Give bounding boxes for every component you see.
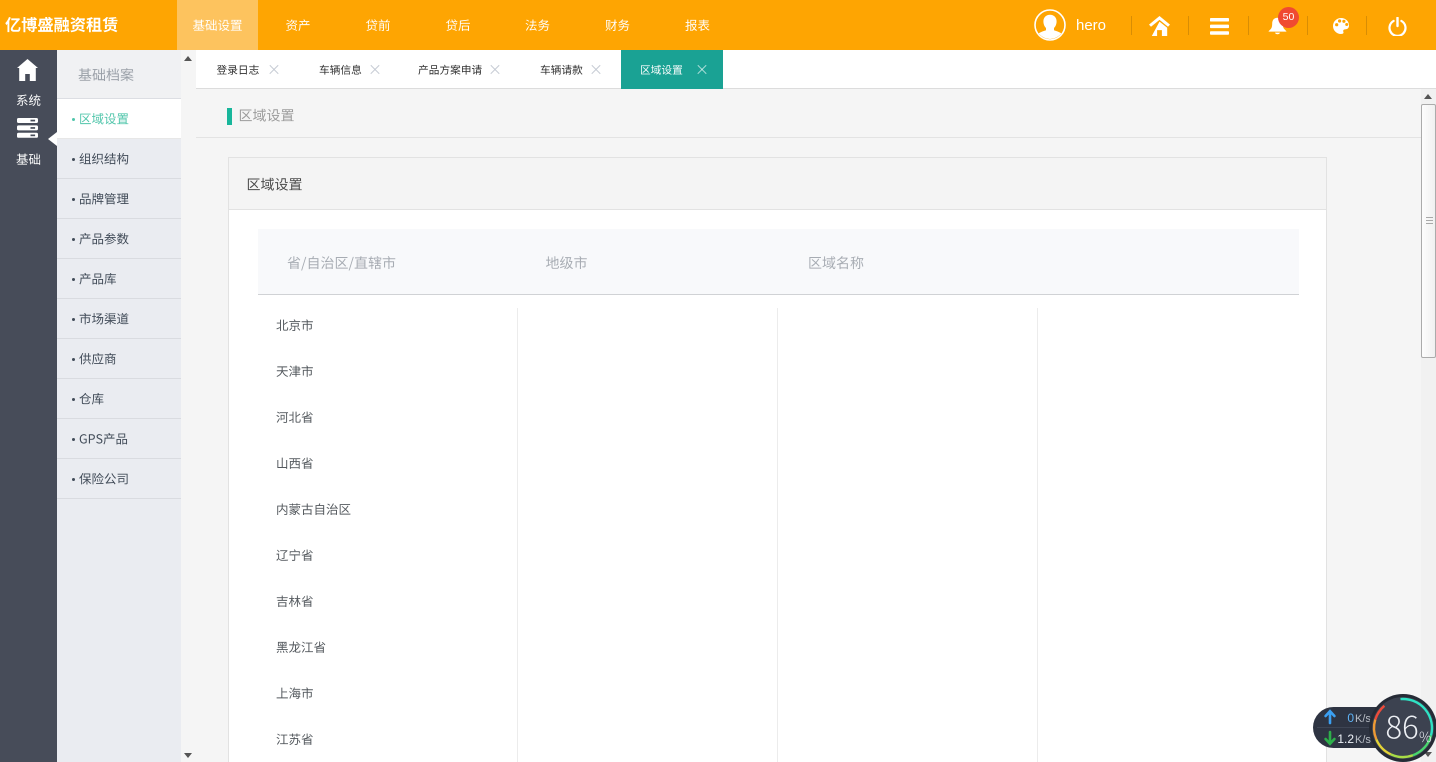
svg-text:1.2: 1.2 bbox=[1337, 732, 1354, 746]
svg-text:K/s: K/s bbox=[1355, 734, 1371, 746]
svg-text:K/s: K/s bbox=[1355, 713, 1371, 725]
svg-text:0: 0 bbox=[1347, 711, 1354, 725]
